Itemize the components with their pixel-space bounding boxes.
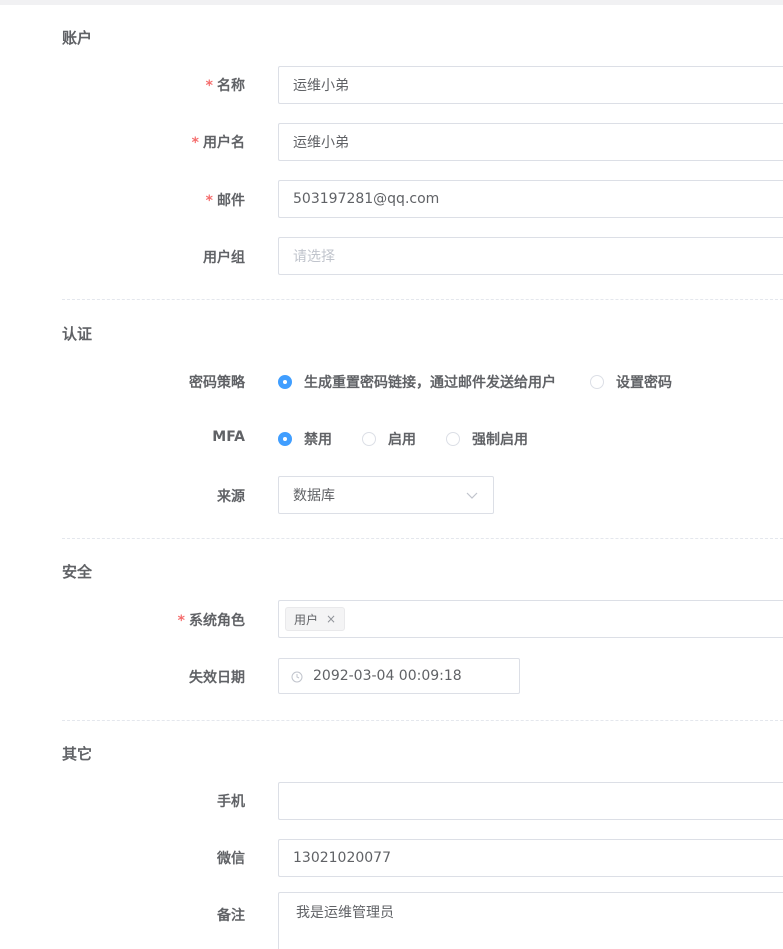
source-label: 来源 <box>217 489 245 505</box>
password-strategy-option-label: 生成重置密码链接，通过邮件发送给用户 <box>304 375 556 391</box>
clock-icon <box>291 671 305 685</box>
expire-date-value: 2092-03-04 00:09:18 <box>313 668 462 684</box>
mfa-radio-group: 禁用 启用 强制启用 <box>278 429 558 449</box>
mfa-option-enabled[interactable]: 启用 <box>362 429 416 449</box>
password-strategy-option-set-password[interactable]: 设置密码 <box>590 372 672 392</box>
expire-date-picker[interactable]: 2092-03-04 00:09:18 <box>278 658 520 694</box>
source-select[interactable]: 数据库 <box>278 476 494 514</box>
radio-unchecked-icon <box>362 432 376 446</box>
system-roles-label-text: 系统角色 <box>189 613 245 629</box>
system-roles-select[interactable]: 用户 × <box>278 600 783 638</box>
required-mark: * <box>191 135 199 151</box>
name-label: * 名称 <box>206 75 245 95</box>
chevron-down-icon <box>465 488 479 502</box>
mfa-option-label: 启用 <box>388 432 416 448</box>
expire-date-label: 失效日期 <box>189 670 245 686</box>
groups-label: 用户组 <box>203 250 245 266</box>
groups-select[interactable]: 请选择 <box>278 237 783 275</box>
name-label-text: 名称 <box>217 78 245 94</box>
phone-label: 手机 <box>217 794 245 810</box>
email-input[interactable]: 503197281@qq.com <box>278 180 783 218</box>
required-mark: * <box>205 78 213 94</box>
section-title-other: 其它 <box>62 745 93 763</box>
wechat-label: 微信 <box>217 851 245 867</box>
password-strategy-radio-group: 生成重置密码链接，通过邮件发送给用户 设置密码 <box>278 372 702 392</box>
comment-textarea[interactable]: 我是运维管理员 <box>278 892 783 949</box>
password-strategy-option-label: 设置密码 <box>616 375 672 391</box>
wechat-input[interactable]: 13021020077 <box>278 839 783 877</box>
password-strategy-option-reset-link[interactable]: 生成重置密码链接，通过邮件发送给用户 <box>278 372 556 392</box>
section-title-auth: 认证 <box>62 325 93 343</box>
required-mark: * <box>205 193 213 209</box>
section-divider <box>62 720 783 721</box>
radio-checked-icon <box>278 432 292 446</box>
section-divider <box>62 538 783 539</box>
mfa-option-label: 禁用 <box>304 432 332 448</box>
comment-label: 备注 <box>217 908 245 924</box>
section-title-account: 账户 <box>62 29 93 47</box>
email-value: 503197281@qq.com <box>293 191 440 207</box>
username-label: * 用户名 <box>192 132 245 152</box>
user-form-page: 账户 * 名称 运维小弟 * 用户名 运维小弟 * 邮件 503197281@qq.c… <box>0 0 783 949</box>
password-strategy-label: 密码策略 <box>189 375 245 391</box>
required-mark: * <box>177 613 185 629</box>
mfa-label: MFA <box>212 429 245 445</box>
section-divider <box>62 299 783 300</box>
source-value: 数据库 <box>293 488 335 504</box>
section-title-security: 安全 <box>62 563 93 581</box>
email-label-text: 邮件 <box>217 193 245 209</box>
tag-close-icon[interactable]: × <box>326 612 336 626</box>
mfa-option-disabled[interactable]: 禁用 <box>278 429 332 449</box>
wechat-value: 13021020077 <box>293 850 391 866</box>
email-label: * 邮件 <box>206 190 245 210</box>
radio-unchecked-icon <box>446 432 460 446</box>
role-tag: 用户 × <box>285 607 346 631</box>
username-input[interactable]: 运维小弟 <box>278 123 783 161</box>
mfa-option-forced[interactable]: 强制启用 <box>446 429 528 449</box>
role-tag-label: 用户 <box>294 612 319 627</box>
radio-checked-icon <box>278 375 292 389</box>
radio-unchecked-icon <box>590 375 604 389</box>
name-input[interactable]: 运维小弟 <box>278 66 783 104</box>
comment-value: 我是运维管理员 <box>296 905 394 921</box>
username-label-text: 用户名 <box>203 135 245 151</box>
phone-input[interactable] <box>278 782 783 820</box>
groups-placeholder: 请选择 <box>293 249 335 265</box>
mfa-option-label: 强制启用 <box>472 432 528 448</box>
name-value: 运维小弟 <box>293 78 349 94</box>
username-value: 运维小弟 <box>293 135 349 151</box>
system-roles-label: * 系统角色 <box>178 610 245 630</box>
top-bar <box>0 0 783 5</box>
